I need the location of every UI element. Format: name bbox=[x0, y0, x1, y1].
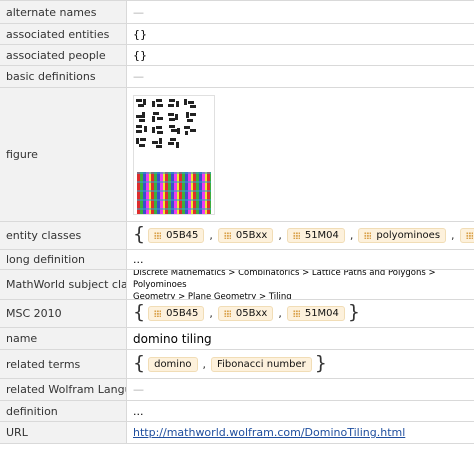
row-label: entity classes bbox=[0, 222, 127, 249]
related-term-chip[interactable]: Fibonacci number bbox=[211, 356, 312, 372]
row-alternate-names: alternate names — bbox=[0, 1, 474, 24]
domino-tiling-figure[interactable] bbox=[133, 94, 215, 215]
subject-lines: Discrete Mathematics > Combinatorics > L… bbox=[133, 270, 474, 299]
grid-icon bbox=[292, 232, 300, 239]
comma: , bbox=[278, 229, 282, 242]
chip-label: domino bbox=[154, 358, 192, 370]
entity-class-chip[interactable]: 51M04 bbox=[286, 228, 345, 243]
close-brace: } bbox=[347, 301, 360, 323]
row-value[interactable]: ... bbox=[127, 250, 474, 269]
grid-icon bbox=[292, 310, 300, 317]
chip-label: 51M04 bbox=[304, 308, 339, 319]
row-label: associated entities bbox=[0, 24, 127, 44]
properties-table: alternate names — associated entities {}… bbox=[0, 0, 474, 444]
row-label: long definition bbox=[0, 250, 127, 269]
row-value: — bbox=[133, 383, 144, 396]
row-related-terms: related terms { domino , Fibonacci numbe… bbox=[0, 350, 474, 379]
row-related-wolfram: related Wolfram Langu — bbox=[0, 379, 474, 401]
comma: , bbox=[202, 357, 207, 371]
comma: , bbox=[278, 307, 282, 320]
open-brace: { bbox=[133, 223, 146, 245]
comma: , bbox=[209, 229, 213, 242]
grid-icon bbox=[223, 310, 231, 317]
chip-label: 05Bxx bbox=[235, 230, 268, 241]
row-associated-people: associated people {} bbox=[0, 45, 474, 66]
row-msc-2010: MSC 2010 { 05B45 , 05Bxx , 51M04 } bbox=[0, 300, 474, 328]
entity-class-chip[interactable]: tiling bbox=[459, 228, 474, 243]
row-value: { 05B45 , 05Bxx , 51M04 } bbox=[127, 300, 474, 327]
msc-chip[interactable]: 05B45 bbox=[148, 306, 205, 321]
row-value: { 05B45 , 05Bxx , 51M04 , polyominoes , … bbox=[127, 222, 474, 249]
chip-label: polyominoes bbox=[376, 230, 441, 241]
row-label: related Wolfram Langu bbox=[0, 379, 127, 400]
msc-chip[interactable]: 51M04 bbox=[286, 306, 345, 321]
row-value bbox=[127, 88, 474, 221]
row-label: MSC 2010 bbox=[0, 300, 127, 327]
msc-chip[interactable]: 05Bxx bbox=[217, 306, 274, 321]
row-value[interactable]: ... bbox=[127, 401, 474, 421]
entity-class-chip[interactable]: 05B45 bbox=[148, 228, 205, 243]
entity-class-chip[interactable]: polyominoes bbox=[358, 228, 447, 243]
row-label: basic definitions bbox=[0, 66, 127, 87]
comma: , bbox=[451, 229, 455, 242]
row-mathworld-subject: MathWorld subject clas Discrete Mathemat… bbox=[0, 270, 474, 300]
open-brace: { bbox=[133, 301, 146, 323]
grid-icon bbox=[223, 232, 231, 239]
subject-line-2: Geometry > Plane Geometry > Tiling bbox=[133, 291, 292, 300]
row-value: {} bbox=[133, 27, 147, 41]
row-value: Discrete Mathematics > Combinatorics > L… bbox=[127, 270, 474, 299]
row-label: name bbox=[0, 328, 127, 349]
row-label: definition bbox=[0, 401, 127, 421]
row-definition: definition ... bbox=[0, 401, 474, 422]
row-label: related terms bbox=[0, 350, 127, 378]
open-brace: { bbox=[133, 351, 146, 374]
row-value: { domino , Fibonacci number } bbox=[127, 350, 474, 378]
tiling-diagrams bbox=[136, 98, 200, 151]
comma: , bbox=[349, 229, 354, 242]
chip-label: Fibonacci number bbox=[217, 358, 306, 370]
row-value: — bbox=[133, 70, 144, 83]
colored-tiling-grid bbox=[137, 171, 211, 214]
subject-line-1: Discrete Mathematics > Combinatorics > L… bbox=[133, 270, 436, 290]
row-value: domino tiling bbox=[133, 331, 212, 346]
row-value: http://mathworld.wolfram.com/DominoTilin… bbox=[127, 422, 474, 443]
grid-icon bbox=[154, 232, 162, 239]
chip-label: 05B45 bbox=[166, 230, 199, 241]
grid-icon bbox=[465, 232, 473, 239]
row-label: MathWorld subject clas bbox=[0, 270, 127, 299]
url-link[interactable]: http://mathworld.wolfram.com/DominoTilin… bbox=[133, 426, 405, 439]
row-figure: figure bbox=[0, 88, 474, 222]
row-long-definition: long definition ... bbox=[0, 250, 474, 270]
chip-label: 05Bxx bbox=[235, 308, 268, 319]
row-basic-definitions: basic definitions — bbox=[0, 66, 474, 88]
row-label: figure bbox=[0, 88, 127, 221]
row-label: alternate names bbox=[0, 1, 127, 23]
grid-icon bbox=[154, 310, 162, 317]
entity-class-chip[interactable]: 05Bxx bbox=[217, 228, 274, 243]
row-associated-entities: associated entities {} bbox=[0, 24, 474, 45]
row-name: name domino tiling bbox=[0, 328, 474, 350]
row-label: associated people bbox=[0, 45, 127, 65]
row-label: URL bbox=[0, 422, 127, 443]
chip-label: 51M04 bbox=[304, 230, 339, 241]
row-url: URL http://mathworld.wolfram.com/DominoT… bbox=[0, 422, 474, 444]
related-term-chip[interactable]: domino bbox=[148, 356, 198, 372]
row-entity-classes: entity classes { 05B45 , 05Bxx , 51M04 ,… bbox=[0, 222, 474, 250]
chip-label: 05B45 bbox=[166, 308, 199, 319]
row-value: {} bbox=[133, 48, 147, 62]
close-brace: } bbox=[314, 351, 327, 374]
comma: , bbox=[209, 307, 213, 320]
row-value: — bbox=[133, 5, 144, 19]
grid-icon bbox=[364, 232, 372, 239]
